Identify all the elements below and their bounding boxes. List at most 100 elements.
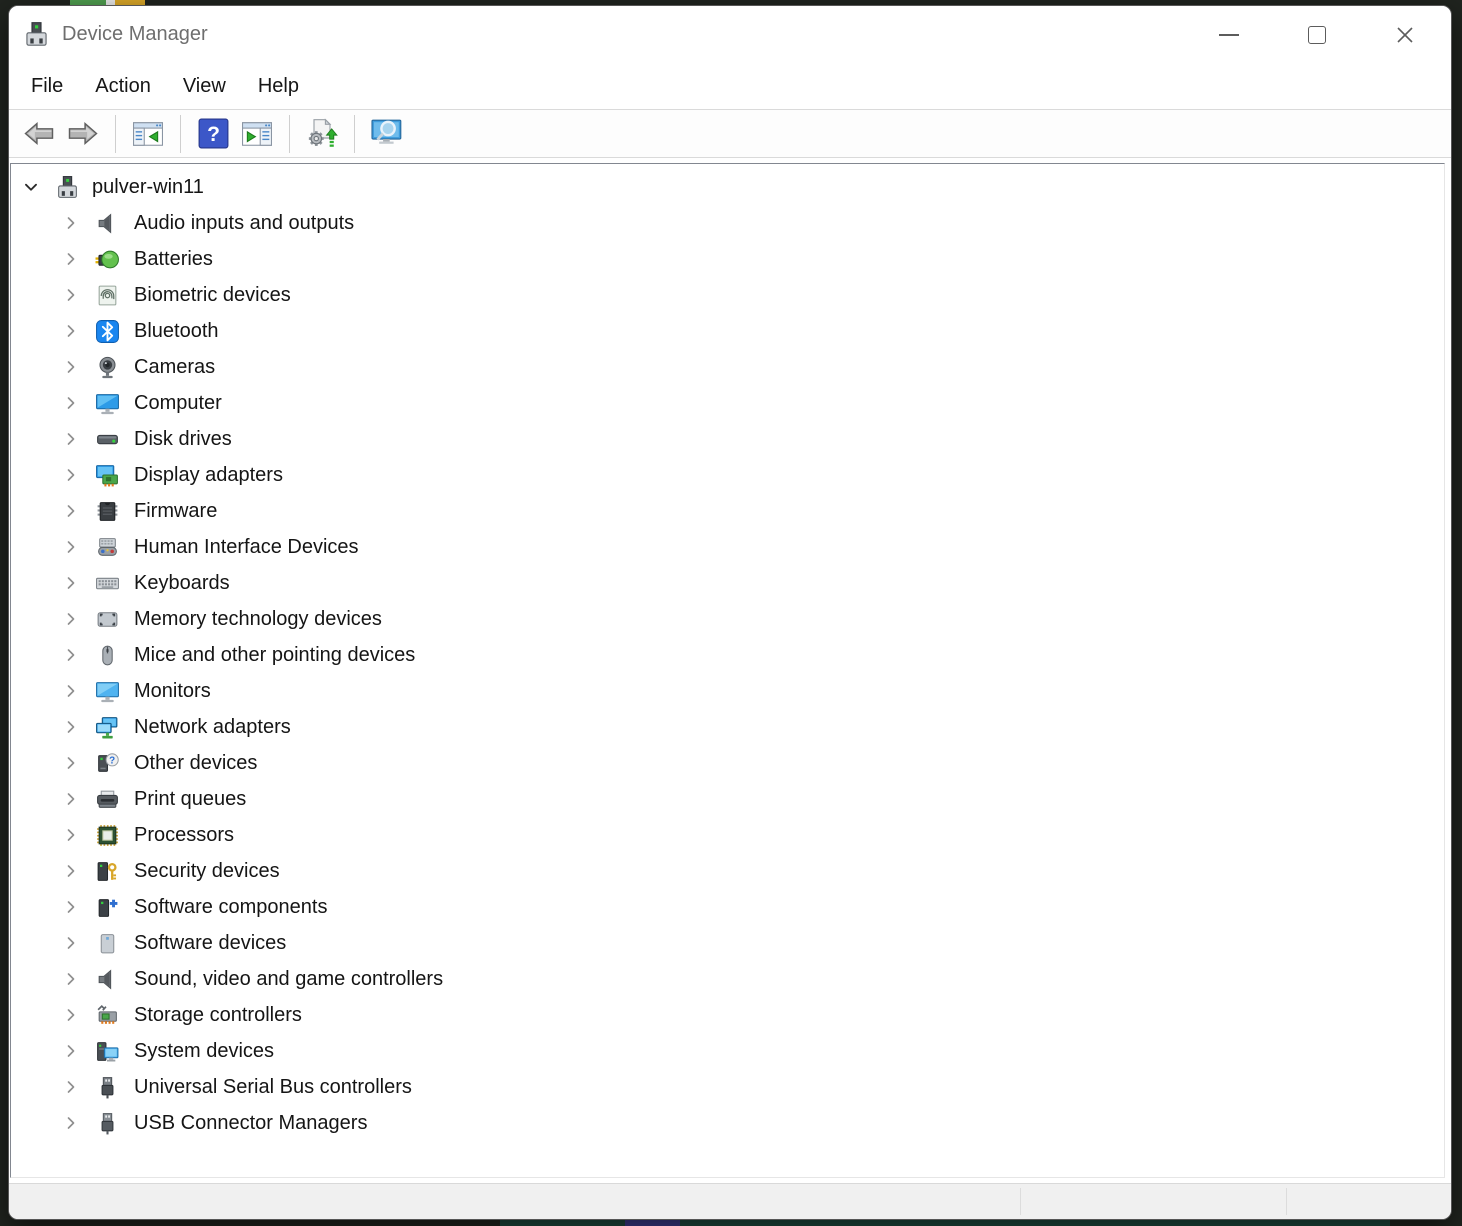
tree-item-display-adapters[interactable]: Display adapters [11, 457, 1444, 493]
chevron-right-icon[interactable] [59, 1111, 83, 1135]
chevron-right-icon[interactable] [59, 643, 83, 667]
tree-item-memory-technology-devices[interactable]: Memory technology devices [11, 601, 1444, 637]
tree-item-label: Display adapters [134, 464, 283, 487]
chevron-right-icon[interactable] [59, 1039, 83, 1063]
mouse-icon [95, 643, 120, 668]
chevron-right-icon[interactable] [59, 823, 83, 847]
tree-item-network-adapters[interactable]: Network adapters [11, 709, 1444, 745]
tree-item-biometric-devices[interactable]: Biometric devices [11, 277, 1444, 313]
tree-item-firmware[interactable]: Firmware [11, 493, 1444, 529]
tree-item-label: Storage controllers [134, 1004, 302, 1027]
tree-item-security-devices[interactable]: Security devices [11, 853, 1444, 889]
bluetooth-icon [95, 319, 120, 344]
window-controls [1185, 6, 1449, 63]
tree-item-other-devices[interactable]: ? Other devices [11, 745, 1444, 781]
tree-item-label: Computer [134, 392, 222, 415]
chevron-right-icon[interactable] [59, 283, 83, 307]
tree-item-label: Bluetooth [134, 320, 219, 343]
battery-icon [95, 247, 120, 272]
tree-item-label: Processors [134, 824, 234, 847]
statusbar-section [1021, 1184, 1286, 1219]
tree-item-label: Other devices [134, 752, 257, 775]
help-icon: ? [198, 118, 229, 149]
device-key-icon [95, 859, 120, 884]
tree-root-pulver-win11[interactable]: pulver-win11 [11, 169, 1444, 205]
chevron-right-icon[interactable] [59, 391, 83, 415]
tree-item-keyboards[interactable]: Keyboards [11, 565, 1444, 601]
chevron-right-icon[interactable] [59, 247, 83, 271]
chevron-right-icon[interactable] [59, 967, 83, 991]
tree-item-universal-serial-bus-controllers[interactable]: Universal Serial Bus controllers [11, 1069, 1444, 1105]
computer-search-icon [369, 118, 406, 149]
titlebar: Device Manager [9, 6, 1451, 63]
help-button[interactable]: ? [193, 113, 233, 155]
chevron-right-icon[interactable] [59, 859, 83, 883]
maximize-button[interactable] [1273, 6, 1361, 63]
tree-item-computer[interactable]: Computer [11, 385, 1444, 421]
chevron-right-icon[interactable] [59, 751, 83, 775]
tree-item-disk-drives[interactable]: Disk drives [11, 421, 1444, 457]
menubar: File Action View Help [9, 63, 1451, 109]
menu-view[interactable]: View [167, 63, 242, 109]
system-device-icon [95, 1039, 120, 1064]
desktop-fragment-purple [625, 1220, 680, 1226]
minimize-icon [1219, 34, 1239, 36]
back-button[interactable] [19, 113, 59, 155]
chevron-right-icon[interactable] [59, 211, 83, 235]
chevron-right-icon[interactable] [59, 607, 83, 631]
tree-item-batteries[interactable]: Batteries [11, 241, 1444, 277]
chevron-right-icon[interactable] [59, 427, 83, 451]
chevron-right-icon[interactable] [59, 319, 83, 343]
chevron-right-icon[interactable] [59, 571, 83, 595]
chevron-right-icon[interactable] [59, 895, 83, 919]
statusbar-section [9, 1184, 1020, 1219]
tree-item-software-components[interactable]: Software components [11, 889, 1444, 925]
chevron-right-icon[interactable] [59, 715, 83, 739]
chevron-right-icon[interactable] [59, 787, 83, 811]
tree-item-print-queues[interactable]: Print queues [11, 781, 1444, 817]
scan-for-hardware-changes-icon [304, 118, 340, 150]
chevron-right-icon[interactable] [59, 355, 83, 379]
chevron-down-icon[interactable] [19, 175, 43, 199]
tree-item-audio-inputs-and-outputs[interactable]: Audio inputs and outputs [11, 205, 1444, 241]
tree-item-human-interface-devices[interactable]: Human Interface Devices [11, 529, 1444, 565]
scan-for-hardware-changes-button[interactable] [302, 113, 342, 155]
minimize-button[interactable] [1185, 6, 1273, 63]
chevron-right-icon[interactable] [59, 1003, 83, 1027]
show-action-pane-button[interactable] [237, 113, 277, 155]
fingerprint-icon [95, 283, 120, 308]
tree-item-software-devices[interactable]: Software devices [11, 925, 1444, 961]
tree-item-cameras[interactable]: Cameras [11, 349, 1444, 385]
computer-search-button[interactable] [367, 113, 407, 155]
close-button[interactable] [1361, 6, 1449, 63]
tree-item-sound-video-game-controllers[interactable]: Sound, video and game controllers [11, 961, 1444, 997]
chevron-right-icon[interactable] [59, 931, 83, 955]
toolbar-separator [115, 115, 116, 153]
chevron-right-icon[interactable] [59, 463, 83, 487]
memory-card-icon [95, 607, 120, 632]
window-title: Device Manager [62, 23, 208, 46]
tree-item-mice[interactable]: Mice and other pointing devices [11, 637, 1444, 673]
device-manager-icon [23, 21, 50, 48]
tree-item-label: Cameras [134, 356, 215, 379]
menu-action[interactable]: Action [79, 63, 167, 109]
tree-item-label: Print queues [134, 788, 246, 811]
tree-item-usb-connector-managers[interactable]: USB Connector Managers [11, 1105, 1444, 1141]
show-console-tree-button[interactable] [128, 113, 168, 155]
chevron-right-icon[interactable] [59, 535, 83, 559]
tree-item-storage-controllers[interactable]: Storage controllers [11, 997, 1444, 1033]
forward-button[interactable] [63, 113, 103, 155]
tree-item-processors[interactable]: Processors [11, 817, 1444, 853]
monitor-icon [95, 679, 120, 704]
tree-item-system-devices[interactable]: System devices [11, 1033, 1444, 1069]
tree-item-monitors[interactable]: Monitors [11, 673, 1444, 709]
menu-file[interactable]: File [15, 63, 79, 109]
tree-item-label: Batteries [134, 248, 213, 271]
menu-help[interactable]: Help [242, 63, 315, 109]
chevron-right-icon[interactable] [59, 1075, 83, 1099]
toolbar-separator [354, 115, 355, 153]
tree-item-bluetooth[interactable]: Bluetooth [11, 313, 1444, 349]
chevron-right-icon[interactable] [59, 499, 83, 523]
chevron-right-icon[interactable] [59, 679, 83, 703]
printer-icon [95, 787, 120, 812]
